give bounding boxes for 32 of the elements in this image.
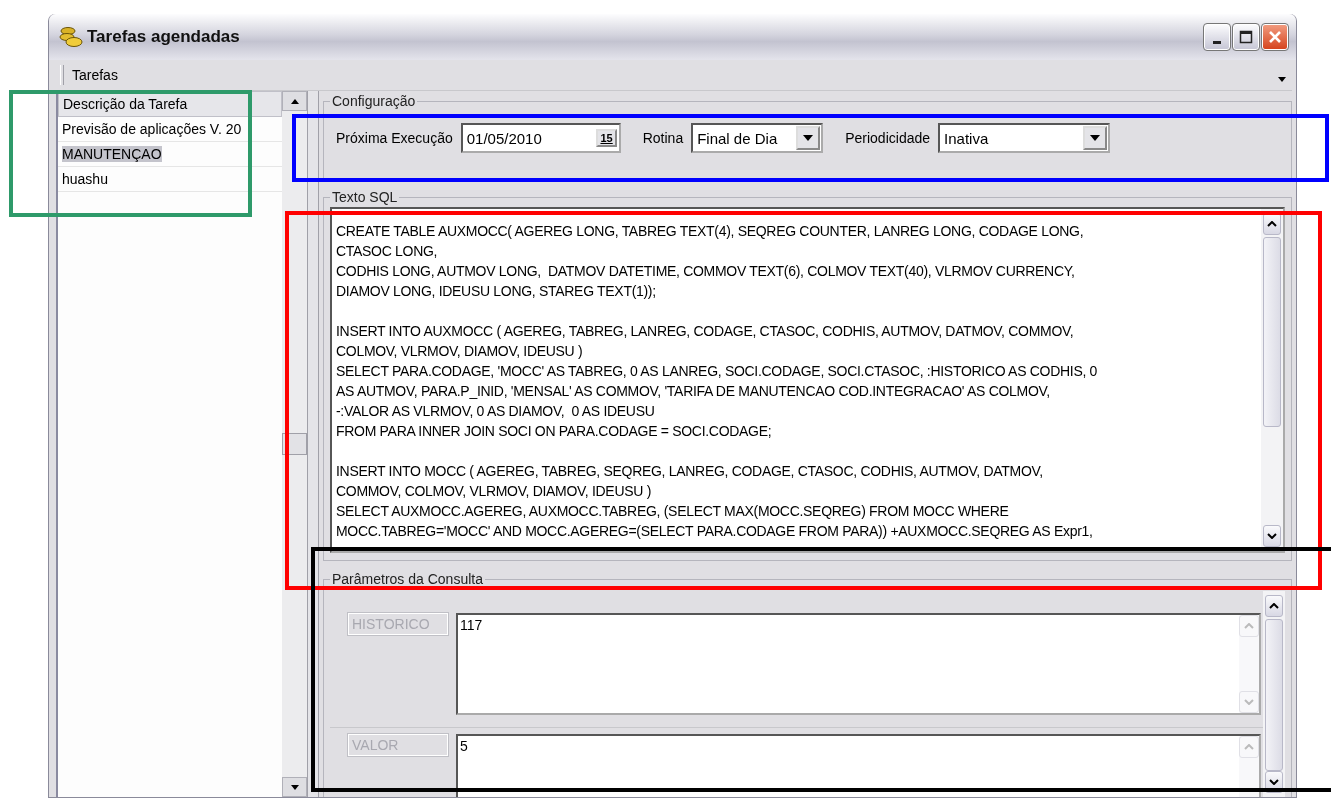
date-field[interactable]: 01/05/2010 15 (460, 123, 621, 153)
parameter-value-field[interactable]: 5 (456, 734, 1261, 797)
dropdown[interactable]: Final de Dia (691, 123, 824, 153)
code-line: AS AUTMOV, PARA.P_INID, 'MENSAL' AS COMMOV, 'TARIFA DE MANUTENCAO COD.INTEGRACAO' AS COLMOV, (336, 382, 1051, 401)
calendar-button[interactable]: 15 (596, 129, 617, 147)
code-line: INSERT INTO AUXMOCC ( AGEREG, TABREG, LANREG, CODAGE, CTASOC, CODHIS, AUTMOV, DATMOV, COMMOV, (336, 322, 1075, 341)
group-title: Texto SQL (331, 189, 399, 205)
menu-item[interactable]: Tarefas (72, 67, 118, 83)
group-title: Parâmetros da Consulta (331, 571, 484, 587)
code-line: CTASOC LONG, (336, 242, 439, 261)
group-title: Configuração (331, 93, 417, 109)
code-line: SELECT PARA.CODAGE, 'MOCC' AS TABREG, 0 AS LANREG, SOCI.CODAGE, SOCI.CTASOC, :HISTORICO AS CODHIS, 0 (336, 362, 1099, 381)
window-title: Tarefas agendadas (87, 27, 240, 47)
code-line: COMMOV, COLMOV, VLRMOV, DIAMOV, IDEUSU ) (336, 482, 652, 501)
parameter-name: VALOR (348, 734, 448, 756)
parameter-name: HISTORICO (348, 613, 448, 635)
code-line: INSERT INTO MOCC ( AGEREG, TABREG, SEQREG, LANREG, CODAGE, CTASOC, CODHIS, AUTMOV, DATMOV, (336, 462, 1044, 481)
dropdown[interactable]: Inativa (938, 123, 1111, 153)
code-line: MOCC.TABREG='MOCC' AND MOCC.AGEREG=(SELECT PARA.CODAGE FROM PARA)) +AUXMOCC.SEQREG AS Expr1, (336, 522, 1094, 541)
task-item[interactable]: MANUTENÇAO (62, 146, 162, 162)
field-label: Periodicidade (845, 130, 931, 146)
code-line: FROM PARA INNER JOIN SOCI ON PARA.CODAGE = SOCI.CODAGE; (336, 422, 773, 441)
field-label: Próxima Execução (336, 130, 453, 146)
code-line: DIAMOV LONG, IDEUSU LONG, STAREG TEXT(1)); (336, 282, 657, 301)
code-line: CODHIS LONG, AUTMOV LONG, DATMOV DATETIME, COMMOV TEXT(6), COLMOV TEXT(40), VLRMOV CURRENCY, (336, 262, 1076, 281)
task-item[interactable]: huashu (62, 171, 108, 187)
code-line: COLMOV, VLRMOV, DIAMOV, IDEUSU ) (336, 342, 584, 361)
task-item[interactable]: Previsão de aplicações V. 20 (62, 121, 242, 137)
code-line: -:VALOR AS VLRMOV, 0 AS DIAMOV, 0 AS IDEUSU (336, 402, 656, 421)
field-label: Rotina (642, 130, 684, 146)
code-line: CREATE TABLE AUXMOCC( AGEREG LONG, TABREG TEXT(4), SEQREG COUNTER, LANREG LONG, CODAGE LONG, (336, 222, 1085, 241)
code-line: SELECT AUXMOCC.AGEREG, AUXMOCC.TABREG, (SELECT MAX(MOCC.SEQREG) FROM MOCC WHERE (336, 502, 1010, 521)
